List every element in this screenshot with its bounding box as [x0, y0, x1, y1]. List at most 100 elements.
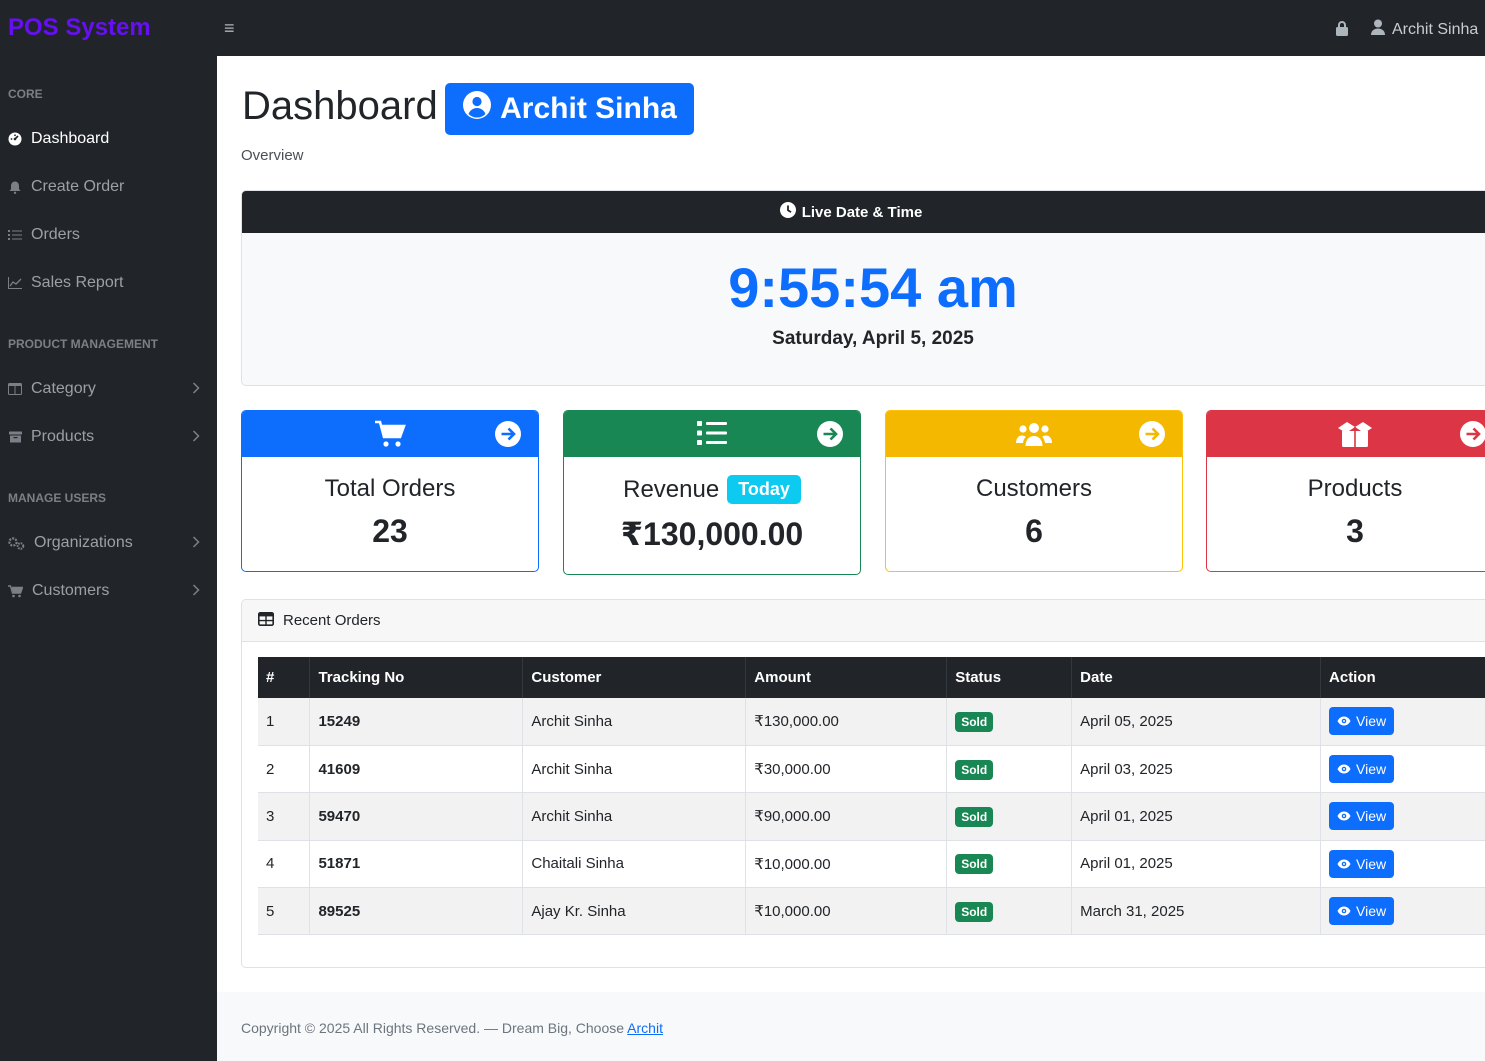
status-badge: Sold	[955, 711, 994, 732]
chart-line-icon	[8, 276, 22, 290]
eye-icon	[1337, 856, 1351, 872]
user-menu[interactable]: Archit Sinha	[1371, 19, 1478, 40]
column-header[interactable]: Date	[1071, 657, 1322, 698]
main-content: Dashboard Archit Sinha Overview Live Dat…	[217, 56, 1485, 1061]
action-cell: View	[1320, 840, 1485, 889]
user-icon	[1371, 19, 1385, 40]
sidebar-item-sales-report[interactable]: Sales Report	[8, 271, 208, 295]
footer-link[interactable]: Archit	[627, 1020, 663, 1036]
arrow-right-circle-icon[interactable]	[816, 420, 844, 453]
sidebar-item-label: Customers	[32, 582, 110, 599]
view-button[interactable]: View	[1329, 849, 1395, 878]
stat-card-header	[886, 411, 1182, 457]
sidebar-item-label: Products	[31, 428, 95, 445]
customer-name: Archit Sinha	[522, 698, 747, 746]
recent-orders-table: # Tracking No Customer Amount Status Dat…	[258, 657, 1485, 936]
order-date: April 05, 2025	[1071, 698, 1322, 746]
stat-card-revenue: Revenue Today ₹130,000.00	[563, 410, 861, 575]
sidebar-item-category[interactable]: Category	[8, 377, 208, 401]
arrow-right-circle-icon[interactable]	[1138, 420, 1166, 453]
clock-card-header: Live Date & Time	[242, 191, 1485, 233]
sidebar-item-label: Sales Report	[31, 274, 124, 291]
order-amount: ₹130,000.00	[745, 698, 948, 746]
arrow-right-circle-icon[interactable]	[1459, 420, 1485, 453]
status-cell: Sold	[946, 698, 1073, 746]
order-date: March 31, 2025	[1071, 887, 1322, 936]
sidebar-item-organizations[interactable]: Organizations	[8, 531, 208, 555]
chevron-right-icon	[192, 381, 200, 399]
stat-card-total-orders: Total Orders 23	[241, 410, 539, 572]
action-cell: View	[1320, 698, 1485, 746]
sidebar-item-products[interactable]: Products	[8, 425, 208, 449]
order-amount: ₹10,000.00	[745, 887, 948, 936]
stat-value: 3	[1346, 513, 1364, 549]
sidebar-item-orders[interactable]: Orders	[8, 223, 208, 247]
column-header[interactable]: Tracking No	[309, 657, 524, 698]
sidebar-item-label: Organizations	[34, 534, 133, 551]
sidebar-item-label: Orders	[31, 226, 80, 243]
stat-label: Customers	[975, 475, 1093, 502]
column-header[interactable]: #	[258, 657, 311, 698]
today-badge: Today	[727, 475, 801, 504]
table-row: 4 51871 Chaitali Sinha ₹10,000.00 Sold A…	[258, 840, 1485, 889]
tracking-no: 89525	[309, 887, 524, 936]
sidebar-heading-product-management: PRODUCT MANAGEMENT	[8, 337, 158, 351]
gears-icon	[8, 536, 25, 550]
view-button-label: View	[1356, 761, 1387, 778]
eye-icon	[1337, 761, 1351, 777]
archive-icon	[8, 430, 22, 444]
column-header[interactable]: Status	[946, 657, 1073, 698]
table-row: 2 41609 Archit Sinha ₹30,000.00 Sold Apr…	[258, 745, 1485, 794]
footer-text: Copyright © 2025 All Rights Reserved. — …	[241, 1020, 663, 1036]
sidebar-toggle-icon[interactable]: ≡	[224, 18, 235, 39]
order-amount: ₹30,000.00	[745, 745, 948, 794]
chevron-right-icon	[192, 535, 200, 553]
lock-icon[interactable]	[1335, 20, 1349, 41]
eye-icon	[1337, 713, 1351, 729]
order-date: April 03, 2025	[1071, 745, 1322, 794]
table-row: 3 59470 Archit Sinha ₹90,000.00 Sold Apr…	[258, 792, 1485, 841]
stat-label: Products	[1307, 475, 1403, 502]
user-name: Archit Sinha	[1392, 20, 1479, 38]
action-cell: View	[1320, 745, 1485, 794]
sidebar-item-customers[interactable]: Customers	[8, 579, 208, 603]
table-row: 1 15249 Archit Sinha ₹130,000.00 Sold Ap…	[258, 698, 1485, 746]
sidebar-item-dashboard[interactable]: Dashboard	[8, 127, 208, 151]
sidebar-heading-core: CORE	[8, 87, 43, 101]
view-button-label: View	[1356, 808, 1387, 825]
recent-orders-card: Recent Orders # Tracking No Customer Amo…	[241, 599, 1485, 968]
column-header[interactable]: Amount	[745, 657, 948, 698]
view-button[interactable]: View	[1329, 707, 1395, 736]
chevron-right-icon	[192, 429, 200, 447]
sidebar-item-label: Category	[31, 380, 96, 397]
view-button[interactable]: View	[1329, 897, 1395, 926]
list-icon	[697, 420, 727, 451]
status-cell: Sold	[946, 887, 1073, 936]
live-clock-card: Live Date & Time 9:55:54 am Saturday, Ap…	[241, 190, 1485, 386]
stat-card-header	[1207, 411, 1485, 457]
column-header[interactable]: Customer	[522, 657, 747, 698]
tracking-no: 15249	[309, 698, 524, 746]
column-header: Action	[1320, 657, 1485, 698]
view-button[interactable]: View	[1329, 802, 1395, 831]
sidebar-item-create-order[interactable]: Create Order	[8, 175, 208, 199]
chevron-right-icon	[192, 583, 200, 601]
customer-name: Chaitali Sinha	[522, 840, 747, 889]
stat-card-customers: Customers 6	[885, 410, 1183, 572]
user-circle-icon	[462, 90, 492, 128]
box-open-icon	[1338, 420, 1372, 453]
brand-logo[interactable]: POS System	[8, 14, 151, 42]
status-badge: Sold	[955, 759, 994, 780]
arrow-right-circle-icon[interactable]	[494, 420, 522, 453]
user-badge: Archit Sinha	[445, 83, 694, 135]
sidebar-item-label: Create Order	[31, 178, 125, 195]
status-badge: Sold	[955, 901, 994, 922]
tracking-no: 51871	[309, 840, 524, 889]
stat-card-products: Products 3	[1206, 410, 1485, 572]
view-button[interactable]: View	[1329, 755, 1395, 784]
table-icon	[258, 611, 274, 630]
page-title: Dashboard	[242, 84, 438, 128]
customer-name: Ajay Kr. Sinha	[522, 887, 747, 936]
status-badge: Sold	[955, 854, 994, 875]
stat-card-header	[564, 411, 860, 457]
